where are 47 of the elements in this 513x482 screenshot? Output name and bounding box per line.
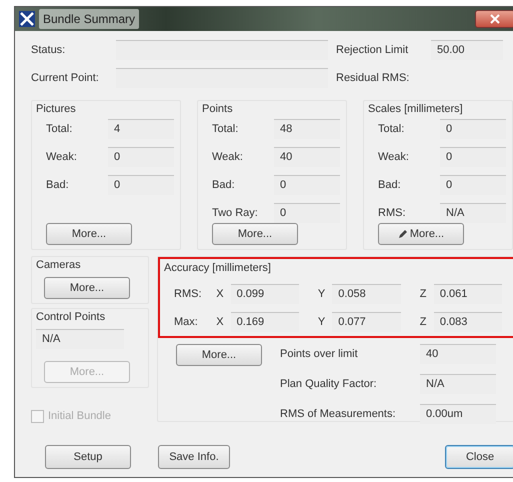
group-title: Control Points — [36, 310, 106, 325]
field-label: Total: — [46, 122, 74, 137]
more-button[interactable]: More... — [44, 277, 130, 299]
checkbox-label: Initial Bundle — [48, 409, 111, 424]
app-icon — [19, 11, 35, 27]
close-button[interactable] — [475, 10, 513, 28]
window-title: Bundle Summary — [39, 9, 140, 29]
axis-label: Z — [418, 315, 428, 330]
group-title: Accuracy [millimeters] — [164, 261, 272, 276]
more-button[interactable]: More... — [378, 223, 464, 245]
field-label: Bad: — [212, 178, 236, 193]
text-field[interactable]: 0.00um — [420, 404, 496, 424]
field-label: RMS: — [378, 206, 406, 221]
group-title: Pictures — [36, 102, 77, 117]
more-button[interactable]: More... — [46, 223, 132, 245]
field-label: Points over limit — [280, 347, 359, 362]
field-label: Bad: — [46, 178, 70, 193]
field-label: RMS of Measurements: — [280, 407, 397, 422]
field-label: Rejection Limit — [336, 43, 410, 58]
group-title: Scales [millimeters] — [368, 102, 464, 117]
axis-label: Y — [316, 287, 326, 302]
more-button[interactable]: More... — [212, 223, 298, 245]
axis-label: Z — [418, 287, 428, 302]
axis-label: X — [215, 287, 225, 302]
field-label: Residual RMS: — [336, 71, 410, 86]
pencil-icon — [398, 229, 408, 239]
field-label: Weak: — [378, 150, 410, 165]
field-label: Current Point: — [31, 71, 100, 86]
dialog-button[interactable]: Save Info. — [158, 445, 230, 469]
more-button[interactable]: More... — [176, 344, 262, 366]
field-label: Two Ray: — [212, 206, 259, 221]
field-label: Weak: — [46, 150, 78, 165]
field-label: Status: — [31, 43, 66, 58]
field-label: Bad: — [378, 178, 402, 193]
axis-label: X — [215, 315, 225, 330]
field-label: Total: — [378, 122, 406, 137]
field-label: Plan Quality Factor: — [280, 377, 378, 392]
field-label: Weak: — [212, 150, 244, 165]
dialog-button[interactable]: Close — [445, 445, 513, 469]
axis-label: Y — [316, 315, 326, 330]
field-label: Total: — [212, 122, 240, 137]
field-label: Max: — [173, 315, 199, 330]
group-title: Cameras — [36, 258, 82, 273]
dialog-button[interactable]: Setup — [45, 445, 131, 469]
field-label: RMS: — [173, 287, 202, 302]
group-title: Points — [202, 102, 234, 117]
close-icon — [490, 14, 500, 24]
